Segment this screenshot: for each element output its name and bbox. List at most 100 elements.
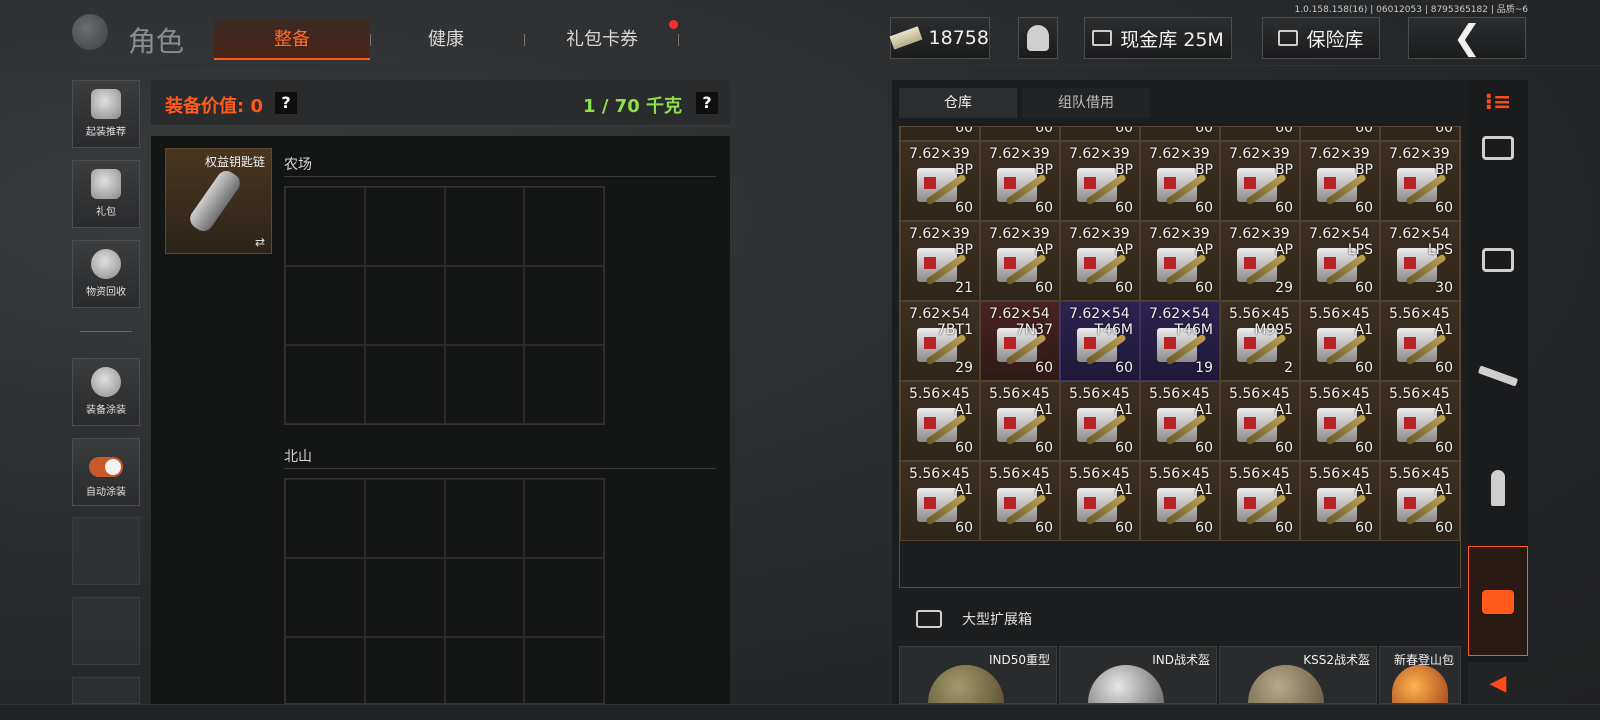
grid-slot[interactable] — [285, 266, 365, 345]
inventory-item[interactable]: 5.56×45 A1 60 — [900, 381, 980, 461]
inventory-item[interactable]: 5.56×45 A1 60 — [900, 461, 980, 541]
storage-item[interactable]: KSS2战术盔 — [1219, 646, 1377, 704]
ammo-icon[interactable] — [1474, 468, 1522, 508]
rail-equipment-paint[interactable]: 装备涂装 — [72, 358, 140, 426]
grid-slot[interactable] — [285, 479, 365, 558]
inventory-item[interactable]: 7.62×39BP60 — [1380, 127, 1460, 141]
grid-slot[interactable] — [364, 266, 445, 345]
inventory-item[interactable]: 5.56×45 A1 60 — [980, 461, 1060, 541]
grid-slot[interactable] — [444, 479, 525, 558]
grid-slot[interactable] — [285, 345, 365, 424]
inventory-item[interactable]: 5.56×45 A1 60 — [1380, 301, 1460, 381]
rail-loadout-recommend[interactable]: 起装推荐 — [72, 80, 140, 148]
storage-item[interactable]: IND50重型 — [899, 646, 1057, 704]
inventory-item[interactable]: 7.62×39BP60 — [900, 141, 980, 221]
storage-box-icon[interactable] — [1474, 240, 1522, 280]
farm-slot-grid[interactable] — [284, 186, 605, 425]
grid-slot[interactable] — [364, 187, 445, 266]
item-caliber: 7.62×39 — [1389, 146, 1450, 162]
keychain-slot[interactable]: 权益钥匙链 ⇄ — [165, 148, 272, 254]
inventory-item[interactable]: 7.62×39BP60 — [1140, 141, 1220, 221]
tab-team-borrow[interactable]: 组队借用 — [1022, 88, 1150, 118]
inventory-item[interactable]: 7.62×39BP60 — [1220, 127, 1300, 141]
inventory-item[interactable]: 7.62×39 BP 21 — [900, 221, 980, 301]
inventory-item[interactable]: 7.62×39BP60 — [1300, 127, 1380, 141]
grid-slot[interactable] — [524, 266, 604, 345]
grid-slot[interactable] — [364, 479, 445, 558]
north-mountain-slot-grid[interactable] — [284, 478, 605, 704]
value-help-button[interactable]: ? — [275, 92, 297, 114]
back-button[interactable]: ❮ — [1408, 17, 1526, 59]
collapse-left-icon[interactable]: ◀ — [1468, 662, 1528, 704]
grid-slot[interactable] — [364, 637, 445, 703]
inventory-item[interactable]: 7.62×39 AP 29 — [1220, 221, 1300, 301]
inventory-item[interactable]: 7.62×39BP60 — [1220, 141, 1300, 221]
inventory-item[interactable]: 5.56×45 M995 2 — [1220, 301, 1300, 381]
grid-slot[interactable] — [444, 637, 525, 703]
storage-box-icon[interactable] — [1474, 128, 1522, 168]
inventory-item[interactable]: 7.62×39BP60 — [980, 127, 1060, 141]
safe-button[interactable]: 保险库 — [1262, 17, 1380, 59]
grid-slot[interactable] — [285, 187, 365, 266]
storage-item[interactable]: 新春登山包 — [1379, 646, 1461, 704]
inventory-item[interactable]: 7.62×54 LPS 60 — [1300, 221, 1380, 301]
tab-warehouse[interactable]: 仓库 — [899, 88, 1017, 118]
inventory-item[interactable]: 5.56×45 A1 60 — [1220, 461, 1300, 541]
inventory-item[interactable]: 7.62×54 7BT1 29 — [900, 301, 980, 381]
inventory-item[interactable]: 5.56×45 A1 60 — [1140, 461, 1220, 541]
inventory-item[interactable]: 5.56×45 A1 60 — [1300, 461, 1380, 541]
inventory-item[interactable]: 5.56×45 A1 60 — [1300, 301, 1380, 381]
grid-slot[interactable] — [524, 637, 604, 703]
inventory-item[interactable]: 5.56×45 A1 60 — [980, 381, 1060, 461]
inventory-item[interactable]: 7.62×39BP60 — [980, 141, 1060, 221]
inventory-item[interactable]: 7.62×39BP60 — [1300, 141, 1380, 221]
grid-slot[interactable] — [444, 558, 525, 637]
tab-equipment[interactable]: 整备 — [214, 20, 370, 60]
rail-gift[interactable]: 礼包 — [72, 160, 140, 228]
grid-slot[interactable] — [524, 345, 604, 424]
inventory-item[interactable]: 7.62×39BP60 — [1060, 127, 1140, 141]
rail-auto-paint[interactable]: 自动涂装 — [72, 438, 140, 506]
inventory-item[interactable]: 7.62×39BP60 — [1380, 141, 1460, 221]
filter-sort-icon[interactable]: ⁝≡ — [1474, 82, 1522, 122]
grid-slot[interactable] — [524, 479, 604, 558]
storage-item[interactable]: IND战术盔 — [1059, 646, 1217, 704]
auto-paint-toggle[interactable] — [89, 457, 123, 477]
grid-slot[interactable] — [524, 558, 604, 637]
inventory-item[interactable]: 7.62×54 7N37 60 — [980, 301, 1060, 381]
inventory-item[interactable]: 7.62×39 AP 60 — [1060, 221, 1140, 301]
inventory-item[interactable]: 5.56×45 A1 60 — [1380, 381, 1460, 461]
swap-icon[interactable]: ⇄ — [255, 235, 265, 249]
weight-help-button[interactable]: ? — [696, 92, 718, 114]
grid-slot[interactable] — [364, 558, 445, 637]
grid-slot[interactable] — [364, 345, 445, 424]
grid-slot[interactable] — [524, 187, 604, 266]
grid-slot[interactable] — [285, 558, 365, 637]
rail-recycle[interactable]: 物资回收 — [72, 240, 140, 308]
agent-button[interactable] — [1018, 17, 1058, 59]
inventory-item[interactable]: 5.56×45 A1 60 — [1220, 381, 1300, 461]
rifle-icon[interactable] — [1474, 356, 1522, 396]
inventory-item[interactable]: 7.62×39BP60 — [1060, 141, 1140, 221]
inventory-grid[interactable]: 7.62×39BP607.62×39BP607.62×39BP607.62×39… — [899, 126, 1461, 588]
inventory-item[interactable]: 7.62×54 T46M 60 — [1060, 301, 1140, 381]
inventory-item[interactable]: 5.56×45 A1 60 — [1060, 381, 1140, 461]
inventory-item[interactable]: 7.62×54 LPS 30 — [1380, 221, 1460, 301]
tab-health[interactable]: 健康 — [396, 20, 496, 60]
inventory-item[interactable]: 5.56×45 A1 60 — [1060, 461, 1140, 541]
inventory-item[interactable]: 5.56×45 A1 60 — [1140, 381, 1220, 461]
inventory-item[interactable]: 7.62×39BP60 — [1140, 127, 1220, 141]
inventory-item[interactable]: 7.62×39 AP 60 — [1140, 221, 1220, 301]
inventory-item[interactable]: 7.62×39BP60 — [900, 127, 980, 141]
cash-vault-button[interactable]: 现金库 25M — [1084, 17, 1232, 59]
grid-slot[interactable] — [444, 345, 525, 424]
inventory-item[interactable]: 5.56×45 A1 60 — [1380, 461, 1460, 541]
inventory-item[interactable]: 7.62×39 AP 60 — [980, 221, 1060, 301]
grid-slot[interactable] — [444, 266, 525, 345]
grid-slot[interactable] — [285, 637, 365, 703]
grid-slot[interactable] — [444, 187, 525, 266]
money-display[interactable]: 18758 — [889, 17, 990, 59]
inventory-item[interactable]: 7.62×54 T46M 19 — [1140, 301, 1220, 381]
tab-gift-cards[interactable]: 礼包卡券 — [546, 20, 658, 60]
inventory-item[interactable]: 5.56×45 A1 60 — [1300, 381, 1380, 461]
